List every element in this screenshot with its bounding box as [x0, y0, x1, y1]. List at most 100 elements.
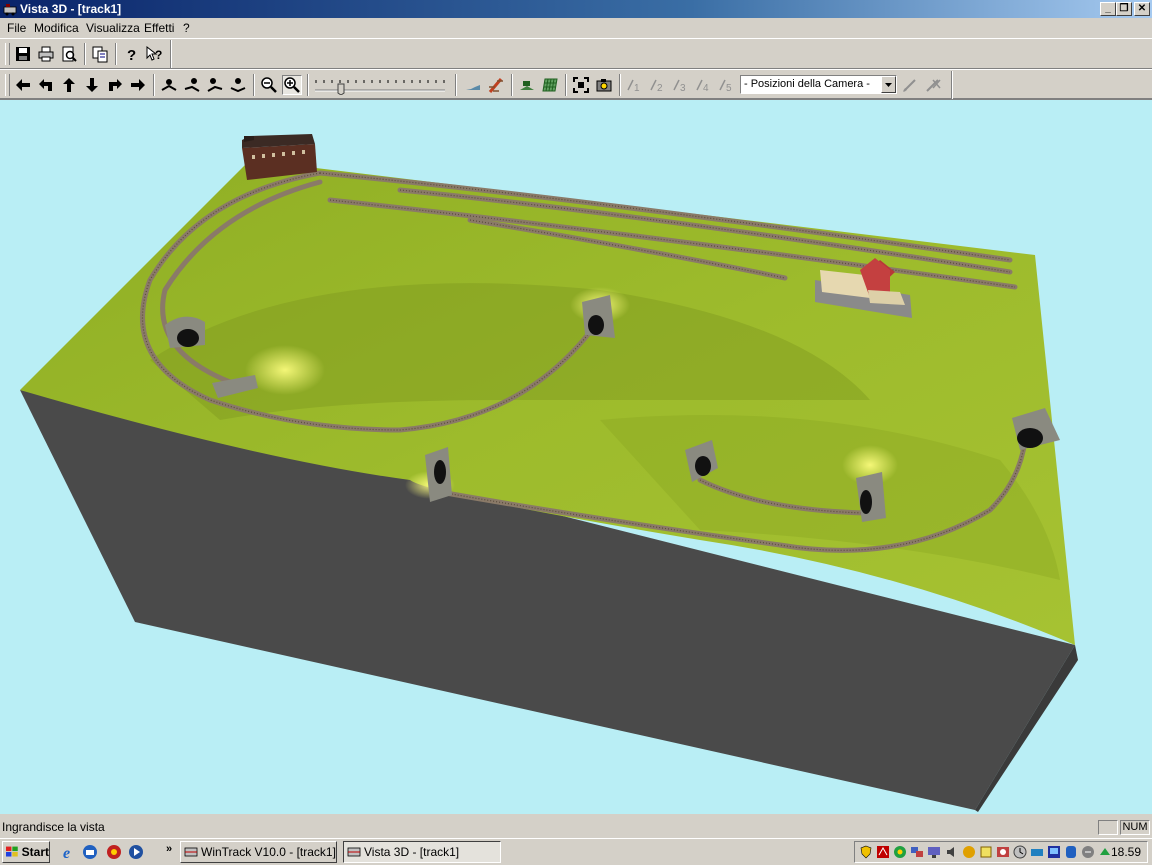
tunnel-portal	[582, 295, 615, 338]
arrow-up-icon	[63, 78, 75, 92]
tilt-icon	[207, 78, 223, 92]
terrain-button[interactable]	[463, 75, 483, 95]
volume-icon[interactable]	[945, 845, 959, 859]
camera-position-5-button[interactable]: 5	[717, 75, 737, 95]
windows-logo-icon	[6, 846, 18, 857]
display-icon[interactable]	[927, 845, 941, 859]
move-forward-button[interactable]	[59, 75, 79, 95]
media-player-icon[interactable]	[128, 844, 144, 860]
zoom-out-button[interactable]	[259, 75, 279, 95]
update-icon[interactable]	[1098, 845, 1112, 859]
rotate-right-button[interactable]	[105, 75, 125, 95]
task-vista-3d[interactable]: Vista 3D - [track1]	[343, 841, 501, 863]
bluetooth-icon[interactable]	[1064, 845, 1078, 859]
print-preview-icon	[62, 46, 77, 62]
camera-button[interactable]	[594, 75, 614, 95]
real-player-icon[interactable]	[106, 844, 122, 860]
wintrack-icon	[184, 847, 198, 857]
system-tray: 18.59	[854, 841, 1148, 863]
task-vista-3d-label: Vista 3D - [track1]	[364, 845, 460, 859]
antivirus-icon[interactable]	[893, 845, 907, 859]
move-left-button[interactable]	[13, 75, 33, 95]
restore-button[interactable]: ❐	[1116, 2, 1132, 16]
clock-icon[interactable]	[1013, 845, 1027, 859]
scanner-icon[interactable]	[1030, 845, 1044, 859]
fit-view-button[interactable]	[571, 75, 591, 95]
layout-scene[interactable]	[0, 100, 1152, 814]
shield-icon[interactable]	[859, 845, 873, 859]
print-preview-button[interactable]	[59, 44, 79, 64]
3d-viewport[interactable]	[0, 99, 1152, 814]
tilt-left-button[interactable]	[205, 75, 225, 95]
photo-icon[interactable]	[996, 845, 1010, 859]
camera-position-5-icon: 5	[719, 79, 732, 94]
print-button[interactable]	[36, 44, 56, 64]
toolbar-grip[interactable]	[5, 74, 10, 96]
camera-position-3-button[interactable]: 3	[671, 75, 691, 95]
outlook-express-icon[interactable]	[82, 844, 98, 860]
status-panel	[1098, 820, 1118, 835]
close-button[interactable]: ✕	[1134, 2, 1150, 16]
scenery-button[interactable]	[517, 75, 537, 95]
camera-position-2-icon: 2	[650, 79, 663, 94]
context-help-button[interactable]: ?	[144, 44, 164, 64]
menu-help[interactable]: ?	[183, 18, 190, 38]
grid-button[interactable]	[540, 75, 560, 95]
svg-text:5: 5	[726, 83, 732, 94]
taskbar: Start e » WinTrack V10.0 - [track1] Vist…	[0, 838, 1152, 865]
acrobat-icon[interactable]	[876, 845, 890, 859]
menu-effetti[interactable]: Effetti	[144, 18, 174, 38]
edit-camera-icon	[903, 79, 916, 92]
quick-launch-chevron[interactable]: »	[166, 843, 172, 855]
toolbar-separator	[619, 74, 621, 96]
menu-file[interactable]: File	[7, 18, 26, 38]
tilt-icon	[230, 78, 246, 93]
toolbar-grip[interactable]	[5, 43, 10, 65]
zoom-slider[interactable]	[312, 75, 448, 95]
copy-button[interactable]	[90, 44, 110, 64]
camera-position-4-button[interactable]: 4	[694, 75, 714, 95]
start-button[interactable]: Start	[2, 841, 50, 863]
start-label: Start	[21, 845, 49, 859]
move-right-button[interactable]	[128, 75, 148, 95]
help-button[interactable]: ?	[121, 44, 141, 64]
svg-text:?: ?	[155, 48, 162, 62]
sync-icon[interactable]	[1081, 845, 1095, 859]
zoom-in-button[interactable]	[282, 75, 302, 95]
internet-explorer-icon[interactable]: e	[61, 844, 77, 860]
rotate-left-button[interactable]	[36, 75, 56, 95]
zoom-out-icon	[261, 77, 277, 93]
toolbar-separator	[565, 74, 567, 96]
tilt-up-button[interactable]	[159, 75, 179, 95]
camera-position-2-button[interactable]: 2	[648, 75, 668, 95]
zoom-in-icon	[284, 77, 300, 93]
tunnel-portal	[165, 316, 205, 348]
tilt-right-button[interactable]	[228, 75, 248, 95]
camera-position-1-button[interactable]: 1	[625, 75, 645, 95]
edit-camera-button[interactable]	[900, 75, 920, 95]
network-icon[interactable]	[910, 845, 924, 859]
svg-text:3: 3	[680, 83, 686, 94]
messenger-icon[interactable]	[962, 845, 976, 859]
turn-right-icon	[109, 79, 122, 91]
save-button[interactable]	[13, 44, 33, 64]
menu-visualizza[interactable]: Visualizza	[86, 18, 140, 38]
app-tray-icon[interactable]	[979, 845, 993, 859]
dropdown-button[interactable]	[881, 76, 896, 93]
track-button[interactable]	[486, 75, 506, 95]
terrain-icon	[466, 85, 480, 90]
move-back-button[interactable]	[82, 75, 102, 95]
slider-thumb[interactable]	[337, 83, 345, 95]
window-title: Vista 3D - [track1]	[20, 2, 122, 16]
monitor-icon[interactable]	[1047, 845, 1061, 859]
delete-camera-button[interactable]	[923, 75, 943, 95]
scenery-icon	[520, 81, 534, 90]
menu-modifica[interactable]: Modifica	[34, 18, 79, 38]
camera-positions-select[interactable]: - Posizioni della Camera -	[740, 75, 897, 94]
tilt-down-button[interactable]	[182, 75, 202, 95]
minimize-button[interactable]: _	[1100, 2, 1116, 16]
clock[interactable]: 18.59	[1111, 845, 1141, 859]
toolbar-end	[951, 71, 953, 99]
svg-text:4: 4	[703, 83, 709, 94]
task-wintrack[interactable]: WinTrack V10.0 - [track1]	[180, 841, 337, 863]
